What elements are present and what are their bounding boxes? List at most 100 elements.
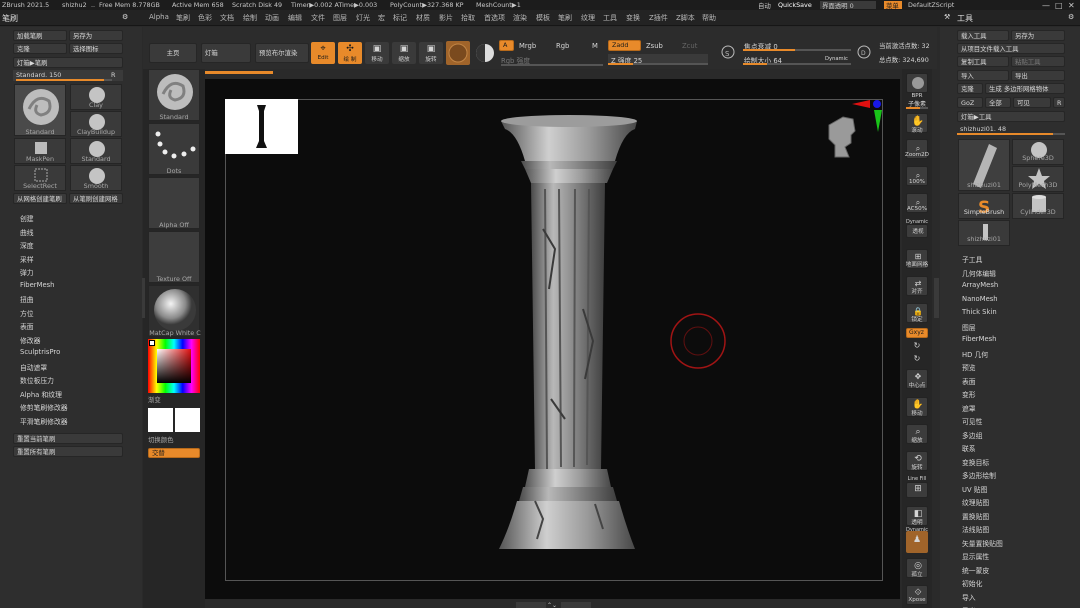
draw-size-slider[interactable]: 绘制大小 64 Dynamic (743, 54, 851, 65)
polyf-button[interactable]: ⊞ (906, 482, 928, 498)
primary-color-swatch[interactable] (148, 408, 173, 432)
menu-stroke[interactable]: 笔刷 (558, 13, 572, 23)
menu-movie2[interactable]: 影片 (439, 13, 453, 23)
stone-pillar-model[interactable] (495, 109, 645, 569)
menu-zplugin[interactable]: Z插件 (649, 13, 668, 23)
brush-menu-clip-modifiers[interactable]: 修剪笔刷修改器 (20, 402, 68, 412)
tool-menu-nanomesh[interactable]: NanoMesh (962, 295, 998, 303)
tool-menu-fibermesh[interactable]: FiberMesh (962, 335, 997, 343)
menu-help[interactable]: 帮助 (702, 13, 716, 23)
color-picker-hue[interactable] (148, 339, 200, 393)
goz-r-button[interactable]: R (1053, 97, 1065, 108)
bottom-tray-toggle-icon[interactable]: ⌃⌄ (546, 602, 558, 608)
menu-brush[interactable]: 笔刷 (176, 13, 190, 23)
gxyz-toggle[interactable]: Gxyz (906, 328, 928, 338)
menu-document[interactable]: 文档 (220, 13, 234, 23)
secondary-color-swatch[interactable] (175, 408, 200, 432)
goz-button[interactable]: GoZ (957, 97, 983, 108)
quicksave-button[interactable]: QuickSave (778, 1, 812, 9)
menu-marker[interactable]: 标记 (393, 13, 407, 23)
color-picker-square[interactable] (157, 349, 191, 383)
z-intensity-slider[interactable]: Z 强度 25 (608, 54, 708, 65)
rotate-z-icon[interactable]: ↻ (903, 354, 931, 363)
r-toggle[interactable]: R (111, 71, 115, 79)
main-color-swatch[interactable] (149, 340, 155, 346)
ui-transparency-slider[interactable]: 界面透明 0 (820, 1, 876, 10)
edit-button[interactable]: ⌖ Edit (311, 42, 335, 64)
reset-current-brush-button[interactable]: 重置当前笔刷 (13, 433, 123, 444)
rgb-toggle[interactable]: Rgb (556, 42, 569, 50)
brush-menu-elasticity[interactable]: 弹力 (20, 267, 34, 277)
brush-menu-curve[interactable]: 曲线 (20, 227, 34, 237)
goz-visible-button[interactable]: 可见 (1013, 97, 1051, 108)
tool-menu-texture-map[interactable]: 纹理贴图 (962, 497, 989, 507)
close-icon[interactable]: ✕ (1068, 1, 1075, 10)
lightbox-button[interactable]: 灯箱 (201, 43, 251, 63)
sphere-toggle-button[interactable] (474, 41, 496, 65)
tool-slider[interactable]: shizhuzi01. 48 (957, 124, 1065, 135)
tool-menu-normal-map[interactable]: 法线贴图 (962, 524, 989, 534)
menu-file[interactable]: 文件 (311, 13, 325, 23)
save-tool-as-button[interactable]: 另存为 (1011, 30, 1065, 41)
brush-menu-alpha-texture[interactable]: Alpha 和纹理 (20, 389, 62, 399)
brush-menu-tablet-pressure[interactable]: 数位板压力 (20, 375, 54, 385)
rotate-button[interactable]: ▣ 旋转 (419, 42, 443, 64)
load-tool-button[interactable]: 载入工具 (957, 30, 1009, 41)
live-boolean-button[interactable]: 预览布尔渲染 (255, 43, 309, 63)
menu-preferences[interactable]: 首选项 (484, 13, 505, 23)
load-brush-button[interactable]: 加载笔刷 (13, 30, 67, 41)
menu-edit[interactable]: 编辑 (288, 13, 302, 23)
brush-menu-smooth-modifiers[interactable]: 平滑笔刷修改器 (20, 416, 68, 426)
default-zscript[interactable]: DefaultZScript (908, 1, 954, 9)
tool-menu-uv-map[interactable]: UV 贴图 (962, 484, 987, 494)
load-tool-from-project-button[interactable]: 从项目文件载入工具 (957, 43, 1065, 54)
bottom-tray-left[interactable] (516, 602, 546, 608)
m-toggle[interactable]: M (592, 42, 598, 50)
menu-zscript[interactable]: Z脚本 (676, 13, 695, 23)
menus-toggle[interactable]: 菜单 (884, 1, 902, 10)
brush-menu-automasking[interactable]: 自动遮罩 (20, 362, 47, 372)
menu-alpha[interactable]: Alpha (149, 13, 169, 21)
draw-button[interactable]: ✣ 绘 制 (338, 42, 362, 64)
brush-size-slider[interactable]: Standard. 150 R (13, 70, 123, 81)
menu-layer[interactable]: 图层 (333, 13, 347, 23)
move-button[interactable]: ▣ 移动 (365, 42, 389, 64)
right-dock-handle[interactable] (934, 278, 939, 318)
paste-tool-button[interactable]: 粘贴工具 (1011, 56, 1065, 67)
menu-picker[interactable]: 拾取 (461, 13, 475, 23)
brush-menu-sculptrispro[interactable]: SculptrisPro (20, 348, 60, 356)
goz-all-button[interactable]: 全部 (985, 97, 1011, 108)
zcut-toggle[interactable]: Zcut (682, 42, 697, 50)
copy-tool-button[interactable]: 复制工具 (957, 56, 1009, 67)
tool-menu-layers[interactable]: 图层 (962, 322, 976, 332)
create-mesh-from-brush-button[interactable]: 从笔刷创建网格 (69, 193, 123, 204)
tool-menu-thickskin[interactable]: Thick Skin (962, 308, 997, 316)
clone-brush-button[interactable]: 克隆 (13, 43, 67, 54)
tool-menu-hd-geometry[interactable]: HD 几何 (962, 349, 988, 359)
clone-tool-button[interactable]: 克隆 (957, 83, 983, 94)
menu-movie[interactable]: 动画 (265, 13, 279, 23)
save-as-brush-button[interactable]: 另存为 (69, 30, 123, 41)
focal-shift-slider[interactable]: 焦点衰减 0 (743, 40, 851, 51)
tool-menu-arraymesh[interactable]: ArrayMesh (962, 281, 998, 289)
alternate-button[interactable]: 交替 (148, 448, 200, 458)
bpr-button[interactable] (906, 73, 928, 93)
tool-menu-geometry[interactable]: 几何体编辑 (962, 268, 996, 278)
left-dock-handle[interactable] (142, 278, 145, 318)
home-button[interactable]: 主页 (149, 43, 197, 63)
brush-menu-fibermesh[interactable]: FiberMesh (20, 281, 55, 289)
tool-menu-masking[interactable]: 遮罩 (962, 403, 976, 413)
zsub-toggle[interactable]: Zsub (646, 42, 663, 50)
menu-color[interactable]: 色彩 (198, 13, 212, 23)
tool-menu-polygroups[interactable]: 多边组 (962, 430, 982, 440)
lightbox-tools-button[interactable]: 灯箱▶工具 (957, 111, 1065, 122)
palette-settings-icon[interactable]: ⚙ (122, 13, 128, 21)
menu-texture[interactable]: 纹理 (581, 13, 595, 23)
menu-transform[interactable]: 变换 (626, 13, 640, 23)
brush-menu-surface[interactable]: 表面 (20, 321, 34, 331)
tool-settings-icon[interactable]: ⚙ (1068, 13, 1074, 21)
tool-menu-displacement-map[interactable]: 置换贴图 (962, 511, 989, 521)
tool-menu-preview[interactable]: 预览 (962, 362, 976, 372)
brush-menu-depth[interactable]: 深度 (20, 240, 34, 250)
make-polymesh3d-button[interactable]: 生成 多边形网格物体 (985, 83, 1065, 94)
